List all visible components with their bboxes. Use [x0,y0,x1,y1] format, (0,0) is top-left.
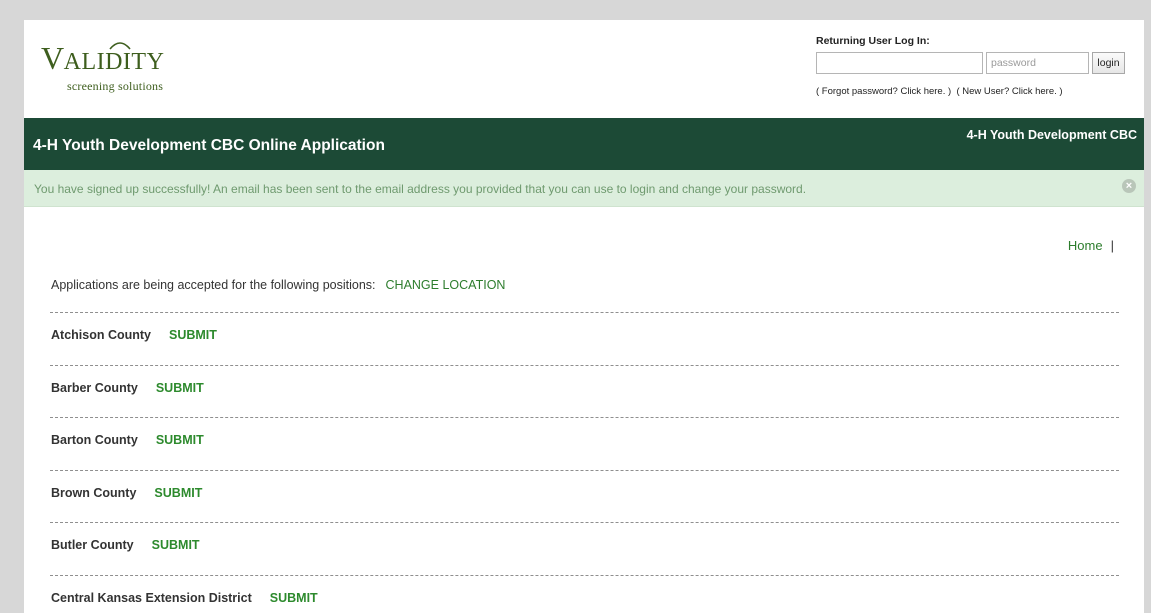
nav-separator: | [1110,238,1114,253]
new-user-link[interactable]: ( New User? Click here. ) [956,86,1062,97]
intro-text: Applications are being accepted for the … [51,278,376,292]
logo-arc-icon [109,42,131,50]
submit-link[interactable]: SUBMIT [156,433,204,447]
position-name: Brown County [51,485,137,500]
login-title: Returning User Log In: [816,35,930,47]
logo-tagline: screening solutions [67,79,164,93]
position-name: Atchison County [51,328,151,342]
position-label-wrap: Central Kansas Extension District SUBMIT [51,591,318,605]
program-title: 4-H Youth Development CBC [966,128,1137,142]
alert-message: You have signed up successfully! An emai… [34,182,807,196]
close-icon[interactable]: × [1122,179,1136,193]
username-input[interactable] [816,52,983,74]
login-button[interactable]: login [1092,52,1125,74]
password-input[interactable] [986,52,1089,74]
login-row: login [816,52,1136,74]
position-name: Barber County [51,380,138,395]
submit-link[interactable]: SUBMIT [154,486,202,500]
logo-wordmark: VALIDITY [41,42,164,78]
logo-letters: ALIDITY [63,49,165,75]
home-link[interactable]: Home [1068,238,1103,253]
validity-logo[interactable]: VALIDITY screening solutions [41,42,164,94]
position-row: Butler County SUBMIT [50,522,1119,575]
submit-link[interactable]: SUBMIT [152,538,200,552]
position-name: Barton County [51,433,138,447]
login-links: ( Forgot password? Click here. ) ( New U… [816,86,1136,97]
position-row: Barton County SUBMIT [50,417,1119,470]
submit-link[interactable]: SUBMIT [270,591,318,605]
positions-list: Atchison County SUBMIT Barber County SUBMIT… [50,312,1119,613]
page: VALIDITY screening solutions Returning U… [24,20,1144,613]
position-label-wrap: Atchison County SUBMIT [51,328,217,342]
position-row: Central Kansas Extension District SUBMIT [50,574,1119,613]
change-location-link[interactable]: CHANGE LOCATION [386,278,506,292]
forgot-password-link[interactable]: ( Forgot password? Click here. ) [816,86,951,97]
position-row: Atchison County SUBMIT [50,312,1119,365]
position-name: Central Kansas Extension District [51,590,252,605]
submit-link[interactable]: SUBMIT [156,381,204,395]
page-title: 4-H Youth Development CBC Online Applica… [33,137,385,154]
title-bar: 4-H Youth Development CBC Online Applica… [24,118,1144,170]
header: VALIDITY screening solutions Returning U… [24,20,1144,118]
position-label-wrap: Butler County SUBMIT [51,538,200,552]
submit-link[interactable]: SUBMIT [169,328,217,342]
login-box: Returning User Log In: login ( Forgot pa… [816,35,1136,97]
position-row: Brown County SUBMIT [50,469,1119,523]
position-label-wrap: Barton County SUBMIT [51,433,204,447]
positions-intro: Applications are being accepted for the … [51,278,505,292]
position-row: Barber County SUBMIT [50,364,1119,418]
position-name: Butler County [51,538,134,552]
success-alert: You have signed up successfully! An emai… [24,170,1144,207]
position-label-wrap: Barber County SUBMIT [51,381,204,395]
logo-letter-v: V [41,40,64,76]
position-label-wrap: Brown County SUBMIT [51,486,202,500]
top-nav: Home | [1068,238,1114,253]
